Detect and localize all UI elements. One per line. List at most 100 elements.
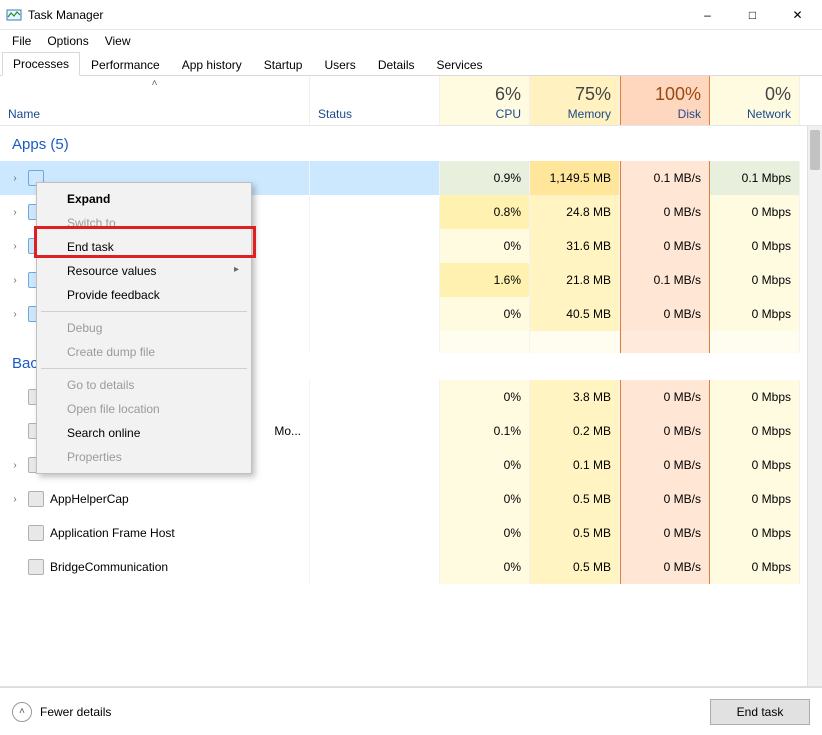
chevron-right-icon[interactable]: › xyxy=(8,494,22,505)
ctx-properties: Properties xyxy=(39,445,249,469)
memory-total: 75% xyxy=(575,84,611,105)
end-task-button[interactable]: End task xyxy=(710,699,810,725)
chevron-right-icon[interactable]: › xyxy=(8,173,22,184)
tab-processes[interactable]: Processes xyxy=(2,52,80,76)
col-header-network[interactable]: 0% Network xyxy=(710,76,800,125)
ctx-search-online[interactable]: Search online xyxy=(39,421,249,445)
cpu-value: 0.1% xyxy=(494,424,521,438)
menubar: File Options View xyxy=(0,30,822,52)
titlebar: Task Manager – □ ✕ xyxy=(0,0,822,30)
disk-total: 100% xyxy=(655,84,701,105)
vertical-scrollbar[interactable] xyxy=(807,126,822,686)
memory-value: 0.5 MB xyxy=(573,526,611,540)
col-header-cpu[interactable]: 6% CPU xyxy=(440,76,530,125)
disk-label: Disk xyxy=(678,107,701,121)
network-value: 0 Mbps xyxy=(752,492,791,506)
network-value: 0 Mbps xyxy=(752,273,791,287)
context-menu: Expand Switch to End task Resource value… xyxy=(36,182,252,474)
network-total: 0% xyxy=(765,84,791,105)
ctx-resource-values[interactable]: Resource values ▸ xyxy=(39,259,249,283)
cpu-value: 0% xyxy=(504,526,521,540)
process-row[interactable]: › AppHelperCap 0% 0.5 MB 0 MB/s 0 Mbps xyxy=(0,482,822,516)
task-manager-icon xyxy=(6,7,22,23)
chevron-right-icon[interactable]: › xyxy=(8,275,22,286)
cpu-value: 0% xyxy=(504,458,521,472)
cpu-value: 1.6% xyxy=(494,273,521,287)
network-value: 0 Mbps xyxy=(752,458,791,472)
minimize-button[interactable]: – xyxy=(685,0,730,30)
ctx-resource-values-label: Resource values xyxy=(67,264,156,278)
close-button[interactable]: ✕ xyxy=(775,0,820,30)
fewer-details-label: Fewer details xyxy=(40,705,111,719)
ctx-end-task[interactable]: End task xyxy=(39,235,249,259)
scrollbar-thumb[interactable] xyxy=(810,130,820,170)
ctx-expand[interactable]: Expand xyxy=(39,187,249,211)
cpu-value: 0.9% xyxy=(494,171,521,185)
chevron-up-icon: ˄ xyxy=(12,702,32,722)
col-header-name-label: Name xyxy=(8,107,301,121)
end-task-label: End task xyxy=(737,705,784,719)
memory-value: 31.6 MB xyxy=(566,239,611,253)
col-header-status-label: Status xyxy=(318,107,431,121)
process-name: BridgeCommunication xyxy=(50,560,168,574)
sort-caret-icon: ˄ xyxy=(152,78,158,89)
chevron-right-icon[interactable]: › xyxy=(8,460,22,471)
disk-value: 0 MB/s xyxy=(664,526,701,540)
menu-options[interactable]: Options xyxy=(39,32,96,50)
menu-file[interactable]: File xyxy=(4,32,39,50)
network-value: 0 Mbps xyxy=(752,560,791,574)
memory-label: Memory xyxy=(568,107,611,121)
ctx-debug: Debug xyxy=(39,316,249,340)
col-header-status[interactable]: Status xyxy=(310,76,440,125)
col-header-memory[interactable]: 75% Memory xyxy=(530,76,620,125)
window-title: Task Manager xyxy=(28,8,103,22)
network-value: 0 Mbps xyxy=(752,205,791,219)
process-row[interactable]: Application Frame Host 0% 0.5 MB 0 MB/s … xyxy=(0,516,822,550)
cpu-total: 6% xyxy=(495,84,521,105)
tab-performance[interactable]: Performance xyxy=(80,53,171,76)
tab-app-history[interactable]: App history xyxy=(171,53,253,76)
disk-value: 0 MB/s xyxy=(664,424,701,438)
disk-value: 0 MB/s xyxy=(664,239,701,253)
tabstrip: Processes Performance App history Startu… xyxy=(0,52,822,76)
network-value: 0 Mbps xyxy=(752,239,791,253)
process-name: Application Frame Host xyxy=(50,526,175,540)
network-value: 0 Mbps xyxy=(752,307,791,321)
col-header-name[interactable]: ˄ Name xyxy=(0,76,310,125)
ctx-open-location: Open file location xyxy=(39,397,249,421)
col-header-disk[interactable]: 100% Disk xyxy=(620,76,710,125)
chevron-right-icon[interactable]: › xyxy=(8,309,22,320)
tab-services[interactable]: Services xyxy=(426,53,494,76)
memory-value: 24.8 MB xyxy=(566,205,611,219)
process-row[interactable]: BridgeCommunication 0% 0.5 MB 0 MB/s 0 M… xyxy=(0,550,822,584)
maximize-button[interactable]: □ xyxy=(730,0,775,30)
chevron-right-icon[interactable]: › xyxy=(8,207,22,218)
ctx-provide-feedback[interactable]: Provide feedback xyxy=(39,283,249,307)
disk-value: 0.1 MB/s xyxy=(654,273,701,287)
cpu-value: 0% xyxy=(504,492,521,506)
app-icon xyxy=(28,525,44,541)
fewer-details-button[interactable]: ˄ Fewer details xyxy=(12,702,111,722)
group-apps[interactable]: Apps (5) xyxy=(0,126,822,161)
app-icon xyxy=(28,559,44,575)
separator xyxy=(41,368,247,369)
menu-view[interactable]: View xyxy=(97,32,139,50)
ctx-go-to-details: Go to details xyxy=(39,373,249,397)
tab-details[interactable]: Details xyxy=(367,53,426,76)
cpu-value: 0% xyxy=(504,390,521,404)
group-apps-label: Apps (5) xyxy=(12,136,69,153)
network-value: 0 Mbps xyxy=(752,526,791,540)
memory-value: 0.5 MB xyxy=(573,560,611,574)
chevron-right-icon[interactable]: › xyxy=(8,241,22,252)
disk-value: 0 MB/s xyxy=(664,458,701,472)
memory-value: 3.8 MB xyxy=(573,390,611,404)
tab-startup[interactable]: Startup xyxy=(253,53,314,76)
memory-value: 0.5 MB xyxy=(573,492,611,506)
process-suffix: Mo... xyxy=(274,424,301,438)
separator xyxy=(41,311,247,312)
disk-value: 0 MB/s xyxy=(664,205,701,219)
memory-value: 40.5 MB xyxy=(566,307,611,321)
cpu-value: 0% xyxy=(504,239,521,253)
tab-users[interactable]: Users xyxy=(313,53,366,76)
app-icon xyxy=(28,491,44,507)
